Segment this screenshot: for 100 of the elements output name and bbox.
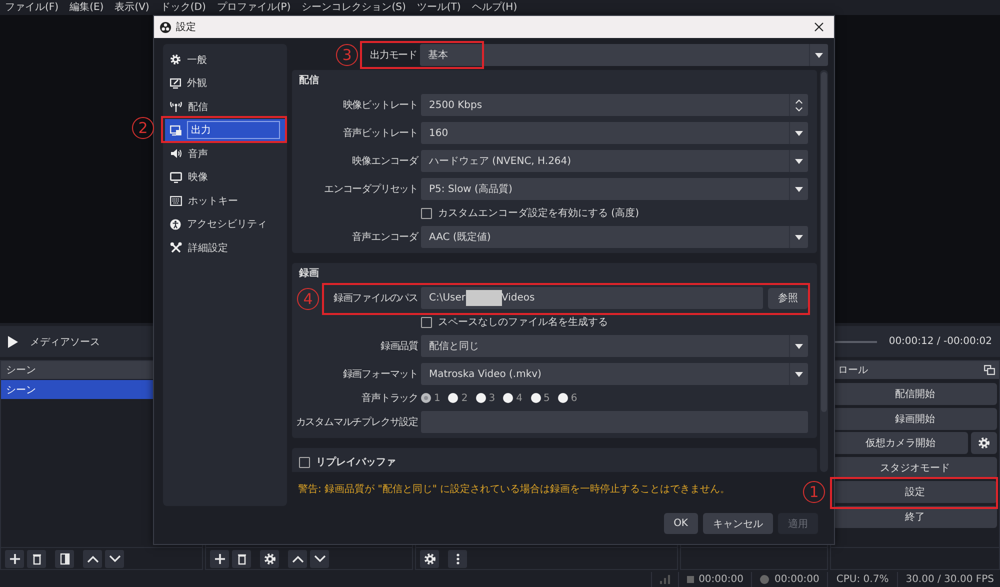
popout-icon [984,365,995,375]
group-title: 配信 [298,74,320,88]
remove-button[interactable] [232,550,251,568]
chevron-up-icon [795,98,803,104]
step-marker: 1 [803,481,825,503]
sidebar-item[interactable]: 一般 [163,48,287,72]
dropdown[interactable]: 160 [421,122,808,144]
control-button[interactable]: 録画開始 [833,408,997,430]
stream-icon [760,575,770,584]
step-marker: 2 [132,117,154,139]
field-label: 録画品質 [380,341,418,352]
plus-icon [214,552,226,564]
dialog-button[interactable]: OK [664,513,698,534]
filters-button[interactable] [55,550,74,568]
sidebar-item[interactable]: 音声 [163,142,287,166]
remove-button[interactable] [27,550,46,568]
keyboard-icon [170,196,182,206]
sidebar-item[interactable]: 詳細設定 [163,236,287,260]
trash-icon [236,552,246,564]
menu-item[interactable]: ファイル(F) [5,0,59,15]
radio-button[interactable] [558,393,568,403]
checkbox[interactable] [421,316,432,328]
step-marker: 3 [336,44,358,66]
spin-box[interactable]: 2500 Kbps [421,94,808,116]
caret-icon [815,52,823,58]
more-button[interactable] [448,550,467,568]
group-title: 録画 [298,267,320,281]
filter-icon [60,552,70,564]
chevron-up-icon [86,554,98,562]
warning-message: 警告: 録画品質が "配信と同じ" に設定されている場合は録画を一時停止することはできません。 [298,482,730,496]
dialog-button[interactable]: キャンセル [703,513,773,534]
dropdown[interactable]: ハードウェア (NVENC, H.264) [421,150,808,172]
radio-button[interactable] [530,393,540,403]
control-button[interactable]: 配信開始 [833,383,997,405]
menu-item[interactable]: プロファイル(P) [216,0,291,15]
settings-icon [264,552,276,564]
field-label: 音声ビットレート [342,128,418,139]
sidebar-item[interactable]: 外観 [163,72,287,95]
media-title: メディアソース [30,336,100,348]
field-label: エンコーダプリセット [324,184,418,195]
field-label: 音声トラック [362,393,418,404]
radio-label: 1 [434,392,440,404]
control-button[interactable]: 設定 [833,481,997,503]
sidebar-item[interactable]: 出力 [165,118,285,142]
redaction-block [466,290,502,306]
radio-button[interactable] [448,393,458,403]
scrollbar[interactable] [820,70,828,472]
checkbox[interactable] [299,456,310,468]
add-button[interactable] [5,550,24,568]
app-logo-icon [160,22,171,32]
move-up-button[interactable] [288,550,307,568]
chevron-down-icon [314,554,326,562]
fps-readout: 30.00 / 30.00 FPS [906,574,994,585]
checkbox-label: スペースなしのファイル名を生成する [438,316,608,329]
streaming-time: 00:00:00 [774,574,820,585]
dropdown[interactable]: P5: Slow (高品質) [421,178,808,200]
add-button[interactable] [210,550,229,568]
sidebar-item[interactable]: ホットキー [163,189,287,212]
sidebar-item[interactable]: アクセシビリティ [163,212,287,236]
move-down-button[interactable] [310,550,329,568]
caret-icon [795,130,803,136]
move-up-button[interactable] [83,550,102,568]
menu-item[interactable]: ツール(T) [416,0,461,15]
control-button[interactable]: スタジオモード [833,456,997,478]
properties-button[interactable] [260,550,279,568]
dropdown[interactable]: Matroska Video (.mkv) [421,363,808,385]
dropdown[interactable]: 配信と同じ [421,335,808,357]
radio-button[interactable] [476,393,486,403]
monitor-icon [170,124,182,136]
radio-label: 6 [570,392,578,404]
caret-icon [795,372,803,376]
checkbox-label: カスタムエンコーダ設定を有効にする (高度) [438,206,639,220]
settings-button[interactable] [971,432,997,454]
radio-button[interactable] [503,393,514,403]
move-down-button[interactable] [105,550,124,568]
menu-item[interactable]: 編集(E) [70,0,104,15]
sidebar-item[interactable]: 映像 [163,166,287,189]
radio-button[interactable] [421,393,431,403]
monitor-brush-icon [170,78,181,89]
checkbox[interactable] [421,208,432,218]
menu-item[interactable]: シーンコレクション(S) [302,0,406,15]
sidebar-item[interactable]: 配信 [163,95,287,118]
display-icon [170,172,182,183]
chevron-down-icon [795,106,803,112]
browse-button[interactable]: 参照 [768,288,808,308]
menu-item[interactable]: 表示(V) [114,0,150,15]
control-button[interactable]: 終了 [833,506,997,528]
more-icon [456,552,460,564]
menu-item[interactable]: ヘルプ(H) [472,0,518,15]
menu-item[interactable]: ドック(D) [160,0,206,15]
signal-icon [660,575,670,584]
record-icon [686,576,694,583]
speaker-icon [170,148,182,160]
field-label: カスタムマルチプレクサ設定 [296,417,418,428]
field-label: 出力モード [370,50,417,61]
group-title: リプレイバッファ [316,455,396,469]
dropdown[interactable]: AAC (既定値) [421,226,808,248]
mixer-settings-button[interactable] [420,550,439,568]
control-button[interactable]: 仮想カメラ開始 [833,432,968,454]
dropdown[interactable]: 基本 [420,44,828,66]
